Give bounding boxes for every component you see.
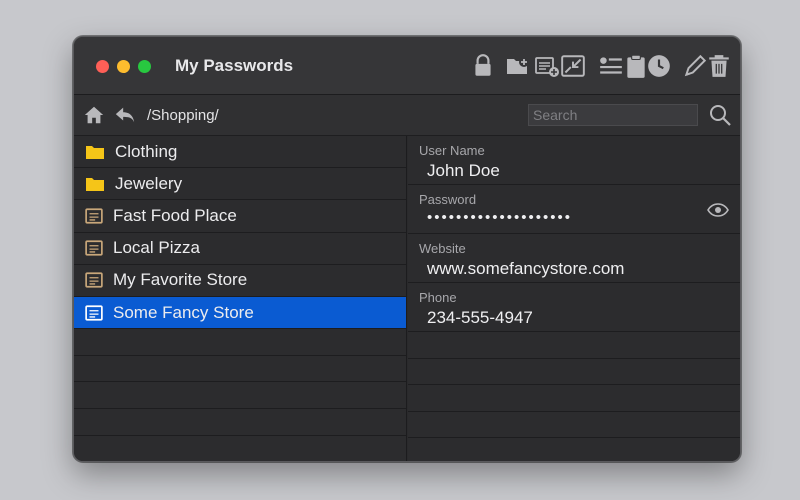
list-item-entry-selected[interactable]: Some Fancy Store [74,296,406,330]
list-item-label: Some Fancy Store [113,302,254,322]
edit-list-icon[interactable] [598,53,624,79]
list-item-entry[interactable]: My Favorite Store [74,265,406,297]
navigation-bar: /Shopping/ [74,95,740,136]
back-icon[interactable] [114,104,136,126]
minimize-window-button[interactable] [117,60,130,73]
website-field[interactable]: Website www.somefancystore.com [408,234,740,283]
window-title: My Passwords [175,56,294,75]
breadcrumb-path: /Shopping/ [147,107,219,124]
zoom-window-button[interactable] [138,60,151,73]
empty-row [74,409,406,436]
list-item-entry[interactable]: Local Pizza [74,233,406,265]
field-label: User Name [419,143,485,158]
import-export-icon[interactable] [560,53,586,79]
folder-icon [86,144,104,160]
app-window: My Passwords /Shopping/ Search Clothing … [73,36,741,462]
close-window-button[interactable] [96,60,109,73]
list-item-entry[interactable]: Fast Food Place [74,200,406,233]
password-field[interactable]: Password •••••••••••••••••••• [408,185,740,234]
empty-row [74,329,406,356]
field-label: Website [419,241,466,256]
trash-icon[interactable] [706,53,732,79]
folder-icon [86,176,104,192]
empty-row [408,359,740,386]
list-item-folder[interactable]: Clothing [74,136,406,169]
list-item-label: Fast Food Place [113,205,237,225]
field-label: Password [419,192,477,207]
entry-card-icon [85,240,103,256]
phone-field[interactable]: Phone 234-555-4947 [408,283,740,332]
field-value[interactable]: www.somefancystore.com [427,259,624,279]
entry-list: Clothing Jewelery Fast Food Place Local … [74,136,407,461]
empty-row [74,382,406,409]
empty-row [408,412,740,439]
list-item-label: My Favorite Store [113,270,248,290]
list-item-label: Clothing [115,141,178,161]
field-label: Phone [419,290,457,305]
search-icon[interactable] [708,103,732,127]
home-icon[interactable] [83,104,105,126]
username-field[interactable]: User Name John Doe [408,136,740,185]
empty-row [408,385,740,412]
title-bar: My Passwords [74,37,740,95]
list-item-label: Local Pizza [113,238,200,258]
field-value[interactable]: •••••••••••••••••••• [427,209,572,226]
new-entry-icon[interactable] [534,53,560,79]
eye-icon[interactable] [707,203,729,217]
empty-row [408,332,740,359]
field-value[interactable]: John Doe [427,161,500,181]
list-item-folder[interactable]: Jewelery [74,168,406,201]
edit-icon[interactable] [682,53,708,79]
field-value[interactable]: 234-555-4947 [427,308,533,328]
entry-card-icon [85,304,103,321]
entry-card-icon [85,272,103,288]
new-folder-icon[interactable] [505,53,531,79]
list-item-label: Jewelery [115,173,183,193]
entry-detail: User Name John Doe Password ••••••••••••… [408,136,740,461]
history-icon[interactable] [646,53,672,79]
search-input[interactable] [528,104,698,126]
lock-icon[interactable] [470,53,496,79]
empty-row [74,356,406,383]
entry-card-icon [85,208,103,224]
